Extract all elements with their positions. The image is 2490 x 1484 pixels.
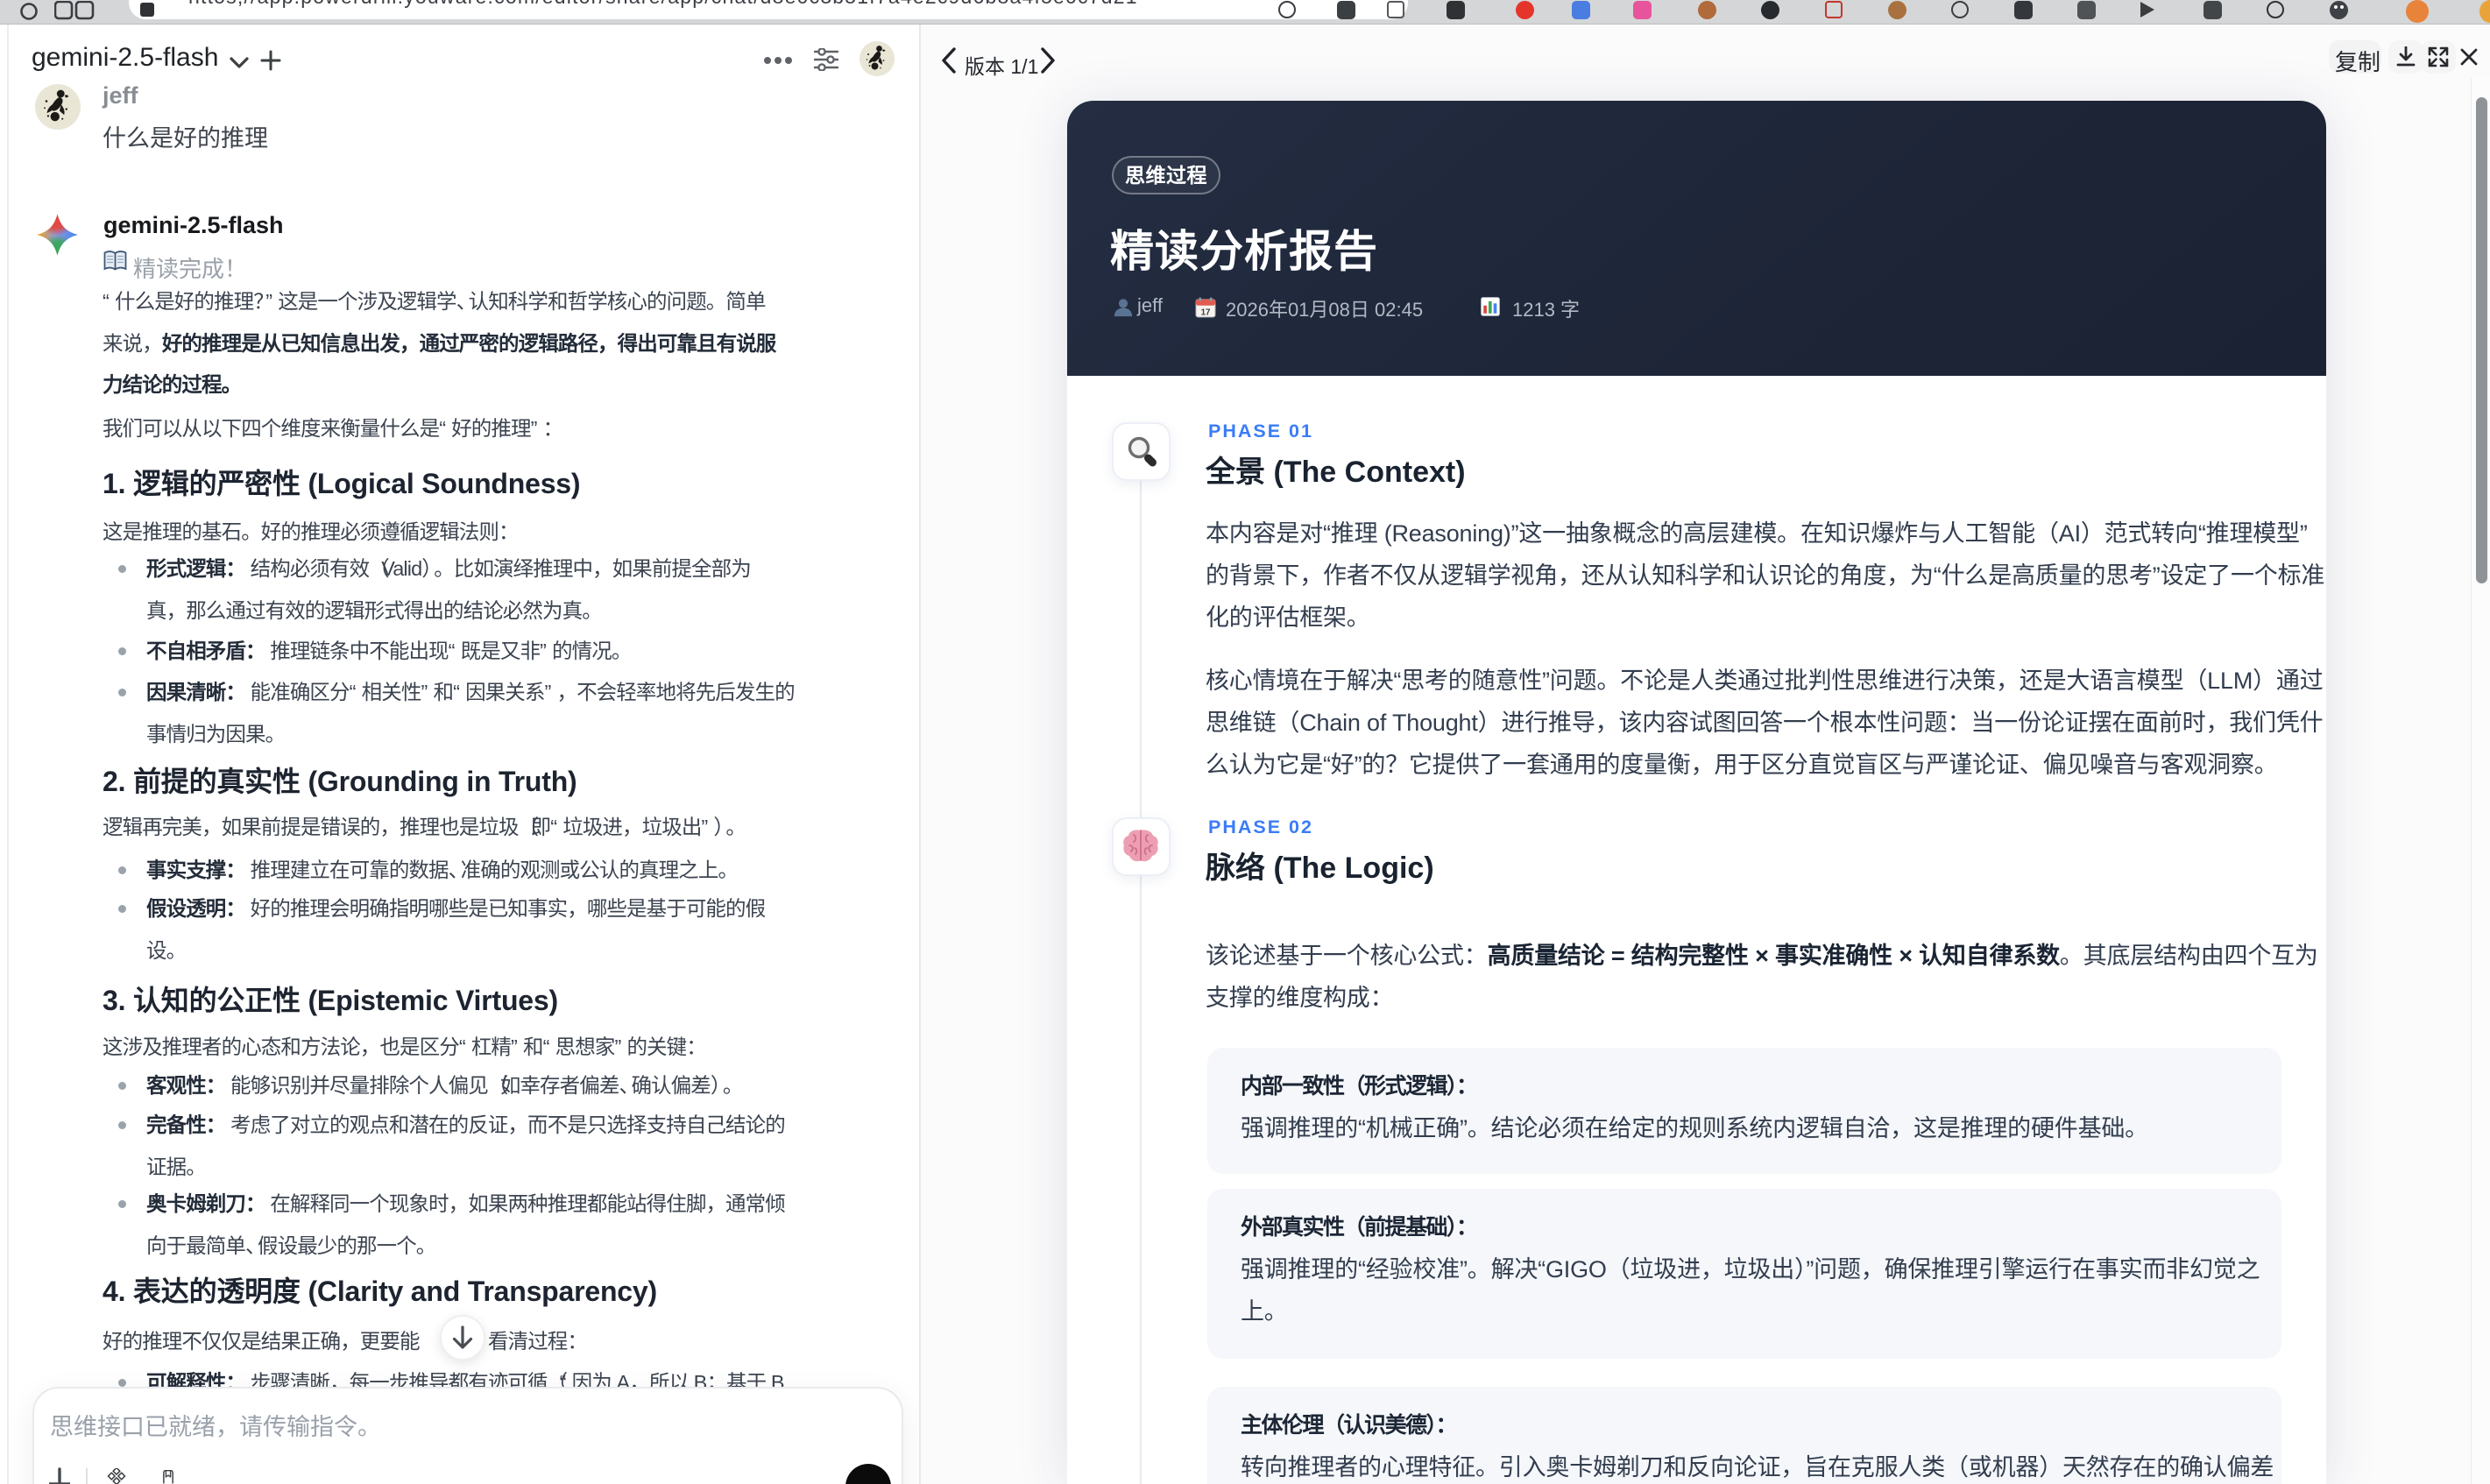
svg-text:17: 17 — [1201, 307, 1211, 317]
